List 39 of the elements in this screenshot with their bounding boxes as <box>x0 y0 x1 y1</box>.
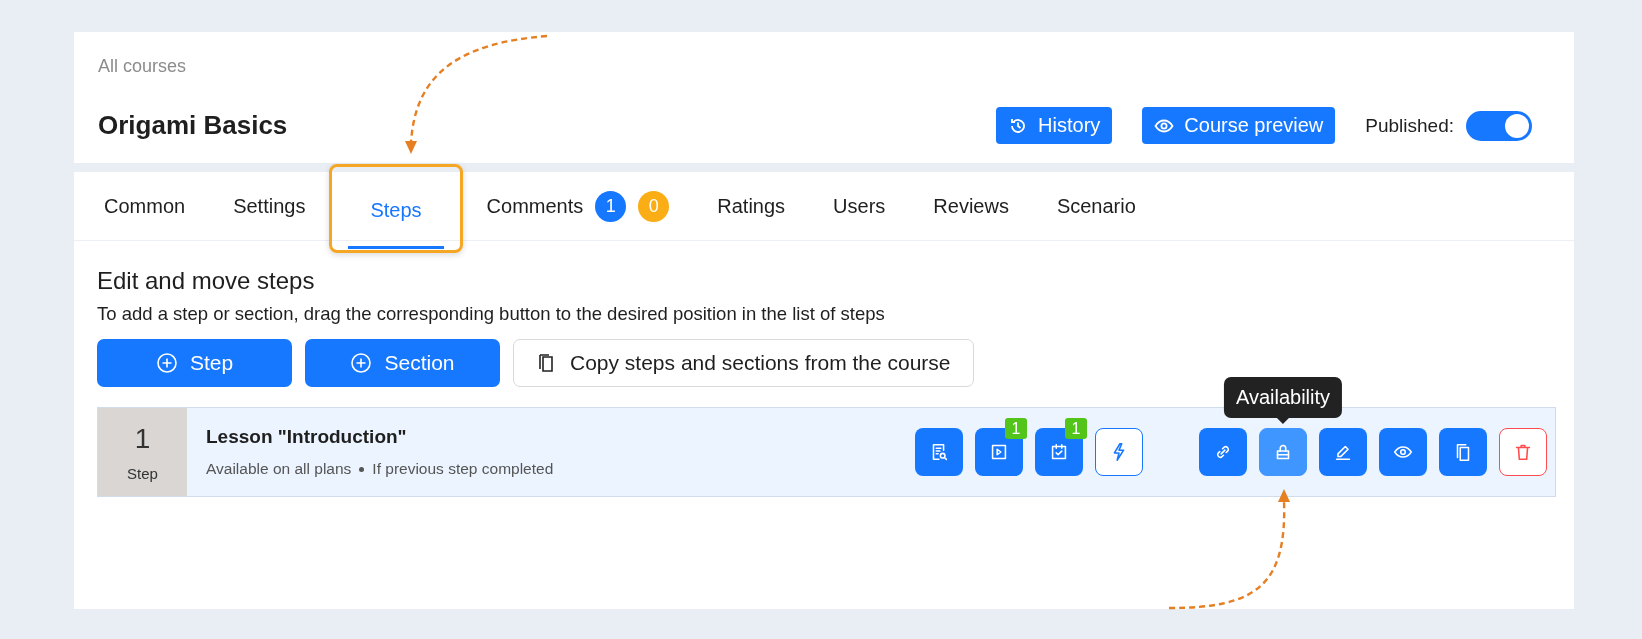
tab[interactable]: Ratings <box>717 175 786 237</box>
copy-steps-button[interactable]: Copy steps and sections from the course <box>513 339 974 387</box>
count-badge: 1 <box>1065 418 1087 439</box>
count-badge: 1 <box>1005 418 1027 439</box>
availability-button[interactable] <box>1259 428 1307 476</box>
tab[interactable]: Settings <box>233 175 306 237</box>
step-detail: Available on all plans <box>206 460 352 478</box>
add-section-button[interactable]: Section <box>305 339 500 387</box>
view-button[interactable] <box>1379 428 1427 476</box>
tab[interactable]: Users <box>833 175 886 237</box>
tooltip: Availability <box>1223 377 1343 424</box>
step-title: Lesson "Introduction" <box>206 426 408 448</box>
course-title: Origami Basics <box>98 110 288 141</box>
step-number: 1 <box>134 422 151 455</box>
count-badge: 0 <box>638 190 670 222</box>
history-button[interactable]: History <box>996 107 1113 144</box>
breadcrumb-link[interactable]: All courses <box>98 56 187 77</box>
add-step-button[interactable]: Step <box>97 339 292 387</box>
instruction-text: To add a step or section, drag the corresponding button to the desired position in the list of steps <box>97 303 886 325</box>
tab[interactable]: Common <box>104 175 186 237</box>
tab[interactable]: Steps <box>348 172 444 249</box>
link-button[interactable] <box>1199 428 1247 476</box>
preview-button[interactable]: Course preview <box>1142 107 1336 144</box>
plus-circle-icon <box>155 352 178 374</box>
preview-button[interactable] <box>915 428 963 476</box>
published-toggle[interactable] <box>1466 110 1532 141</box>
count-badge: 1 <box>595 190 627 222</box>
edit-button[interactable] <box>1319 428 1367 476</box>
copy-button[interactable] <box>1439 428 1487 476</box>
delete-button[interactable] <box>1499 428 1547 476</box>
section-heading: Edit and move steps <box>97 267 316 295</box>
tab[interactable]: Comments <box>486 175 584 237</box>
tab[interactable]: Reviews <box>933 175 1009 237</box>
tab[interactable]: Scenario <box>1056 175 1136 237</box>
published-label: Published: <box>1365 114 1454 137</box>
plus-circle-icon <box>350 352 373 374</box>
step-detail: If previous step completed <box>372 460 554 478</box>
trigger-button[interactable] <box>1095 428 1143 476</box>
step-type-label: Step <box>127 464 158 482</box>
